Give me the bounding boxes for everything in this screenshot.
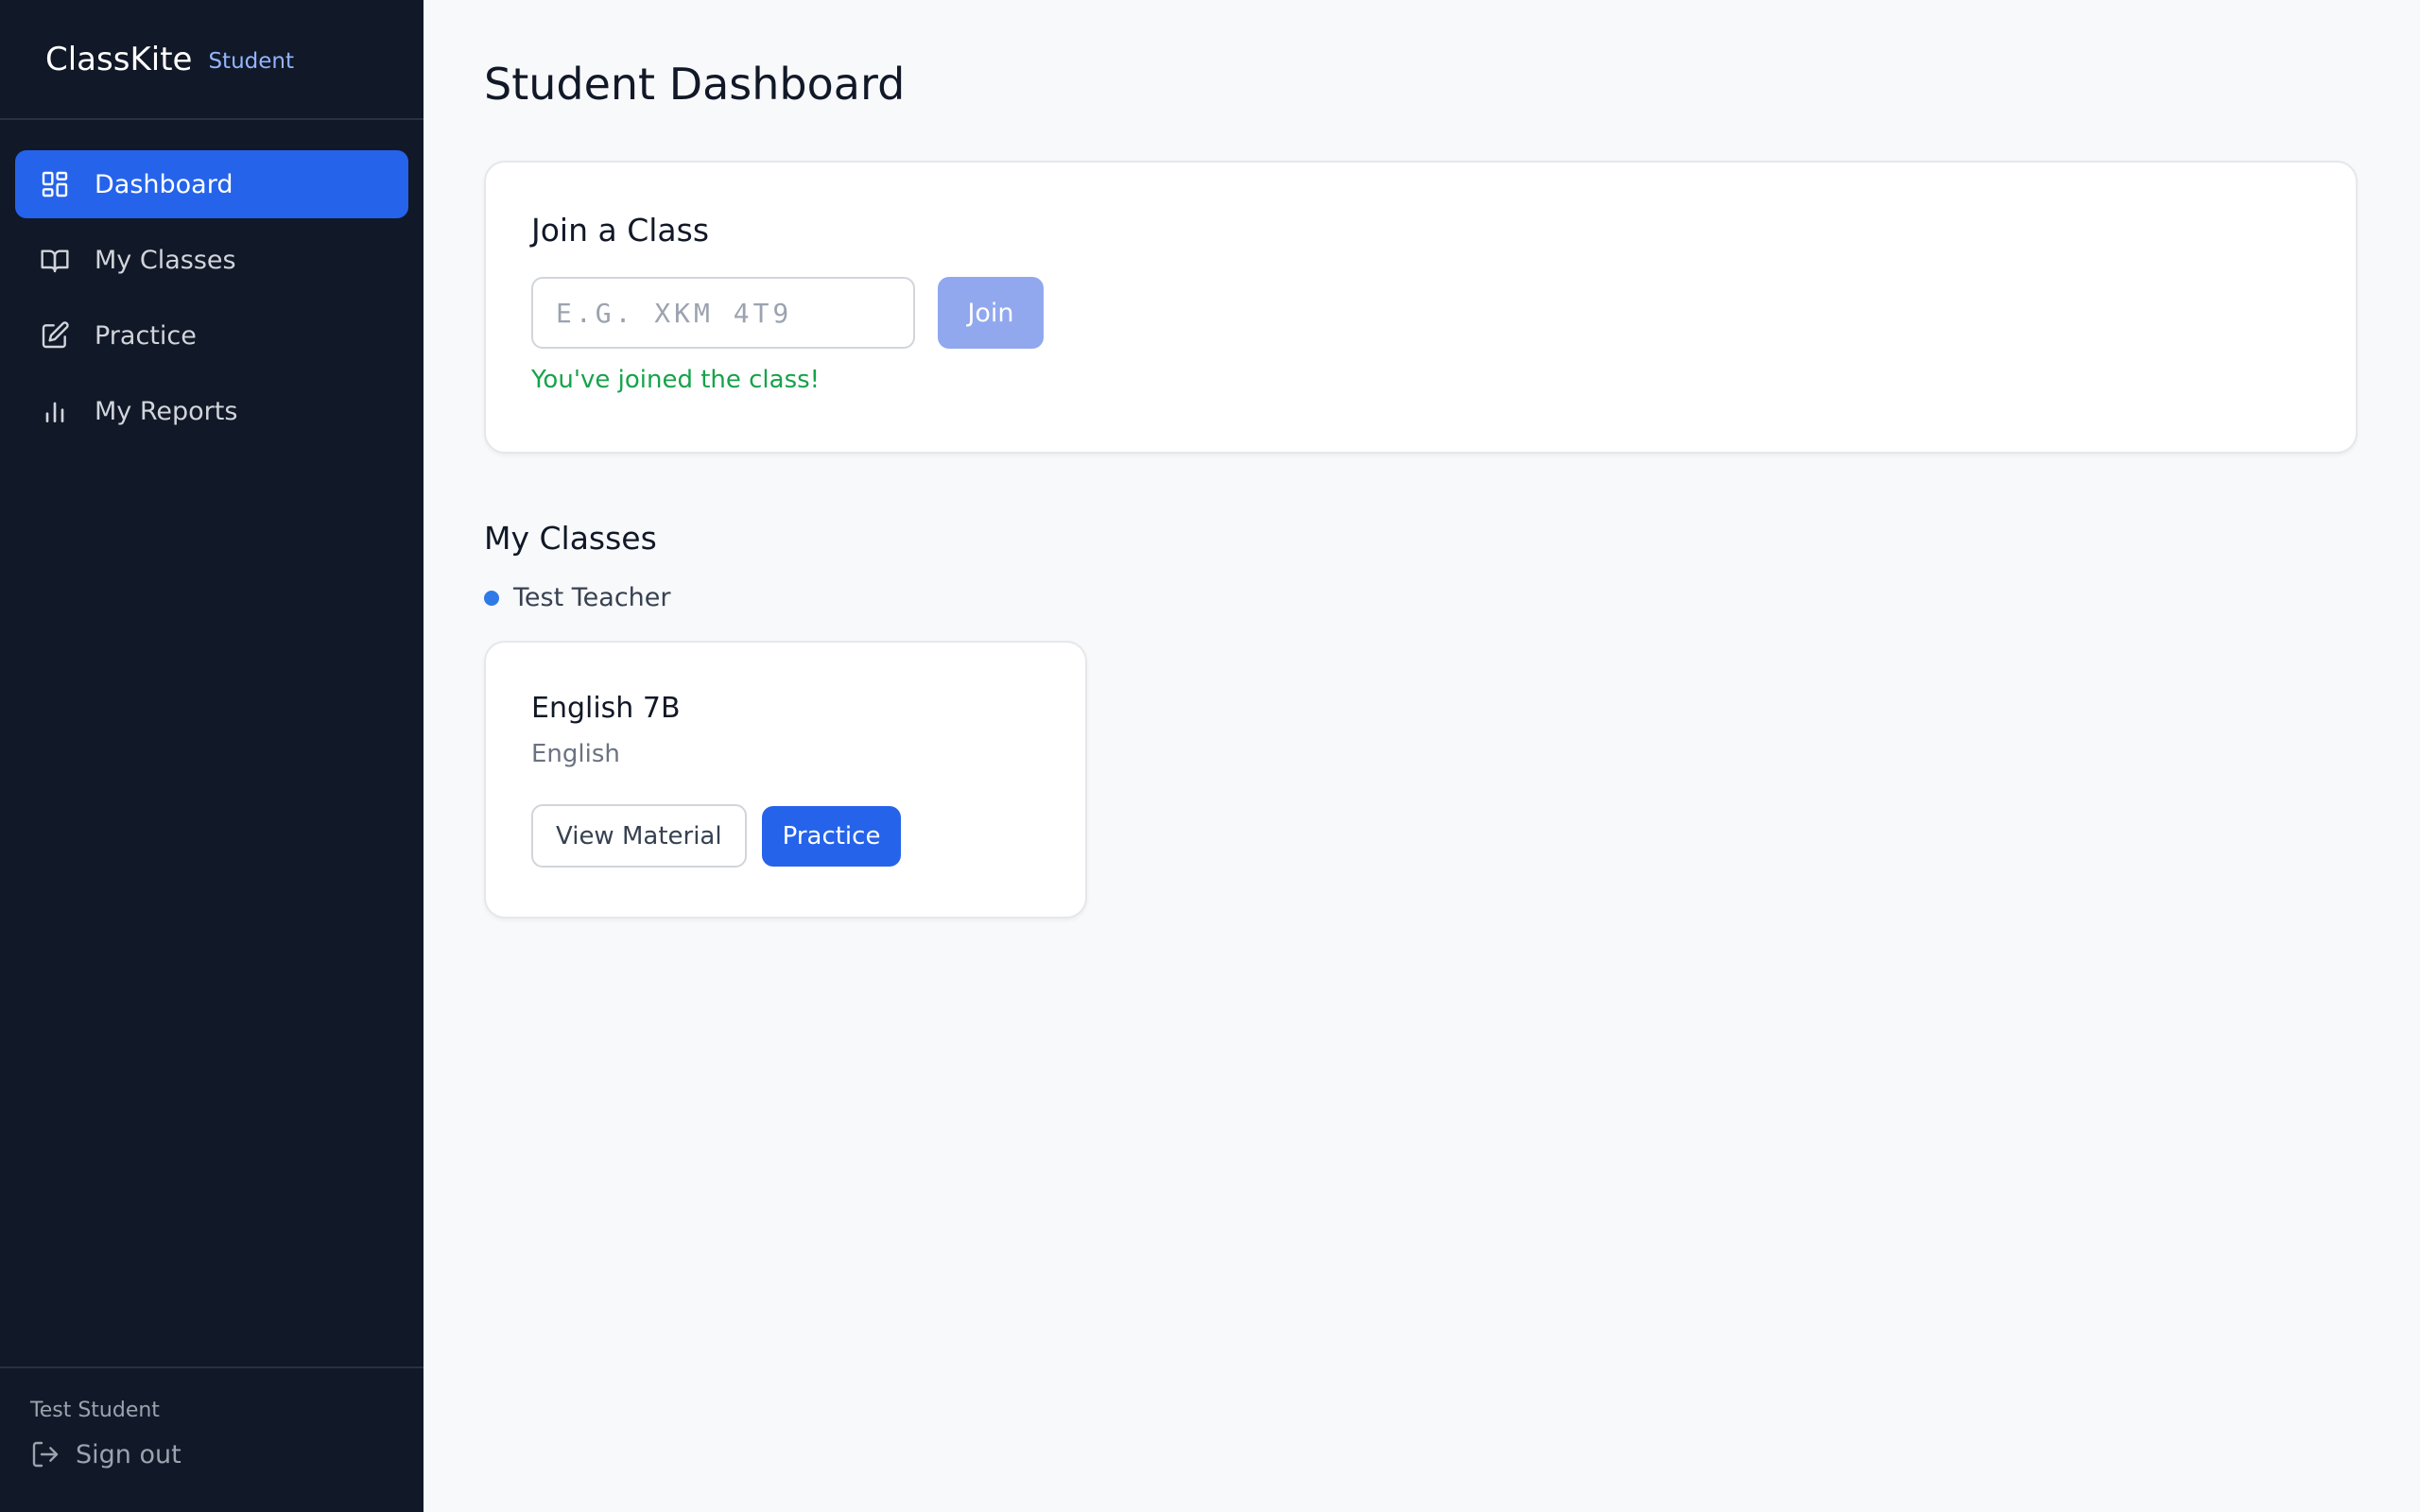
- role-badge: Student: [208, 48, 294, 74]
- teacher-group-header: Test Teacher: [484, 583, 2360, 612]
- join-button[interactable]: Join: [938, 277, 1044, 349]
- class-card: English 7B English View Material Practic…: [484, 641, 1087, 919]
- class-name: English 7B: [531, 692, 681, 725]
- class-subject: English: [531, 740, 620, 768]
- join-class-form: Join: [531, 277, 2310, 349]
- sidebar-item-dashboard[interactable]: Dashboard: [15, 150, 408, 218]
- sidebar-item-label: Dashboard: [95, 169, 233, 199]
- dashboard-icon: [38, 167, 72, 201]
- app-logo-text[interactable]: ClassKite: [45, 41, 192, 78]
- edit-icon: [38, 318, 72, 352]
- teacher-name: Test Teacher: [513, 583, 671, 612]
- join-class-card: Join a Class Join You've joined the clas…: [484, 161, 2358, 454]
- class-actions: View Material Practice: [531, 804, 1040, 868]
- page-title: Student Dashboard: [484, 59, 906, 110]
- sidebar-footer: Test Student Sign out: [0, 1366, 424, 1512]
- sign-out-button[interactable]: Sign out: [30, 1439, 393, 1469]
- join-success-message: You've joined the class!: [531, 366, 821, 394]
- class-code-input[interactable]: [531, 277, 915, 349]
- join-class-title: Join a Class: [531, 212, 710, 249]
- view-material-button[interactable]: View Material: [531, 804, 747, 868]
- sidebar-item-my-classes[interactable]: My Classes: [15, 226, 408, 294]
- main-content: Student Dashboard Join a Class Join You'…: [424, 0, 2420, 1512]
- sign-out-label: Sign out: [76, 1439, 182, 1469]
- practice-button[interactable]: Practice: [761, 805, 902, 867]
- sidebar-item-practice[interactable]: Practice: [15, 301, 408, 369]
- book-icon: [38, 243, 72, 277]
- sidebar-item-label: My Reports: [95, 396, 238, 426]
- sidebar: ClassKite Student Dashboard My Classes P…: [0, 0, 424, 1512]
- sidebar-item-label: My Classes: [95, 245, 236, 275]
- sidebar-nav: Dashboard My Classes Practice My Reports: [0, 120, 424, 1366]
- my-classes-heading: My Classes: [484, 520, 657, 557]
- current-user-name: Test Student: [30, 1399, 160, 1422]
- bar-chart-icon: [38, 394, 72, 428]
- teacher-dot-icon: [484, 590, 499, 606]
- sidebar-item-my-reports[interactable]: My Reports: [15, 377, 408, 445]
- sign-out-icon: [32, 1441, 59, 1468]
- sidebar-item-label: Practice: [95, 320, 197, 351]
- brand-header: ClassKite Student: [0, 0, 424, 120]
